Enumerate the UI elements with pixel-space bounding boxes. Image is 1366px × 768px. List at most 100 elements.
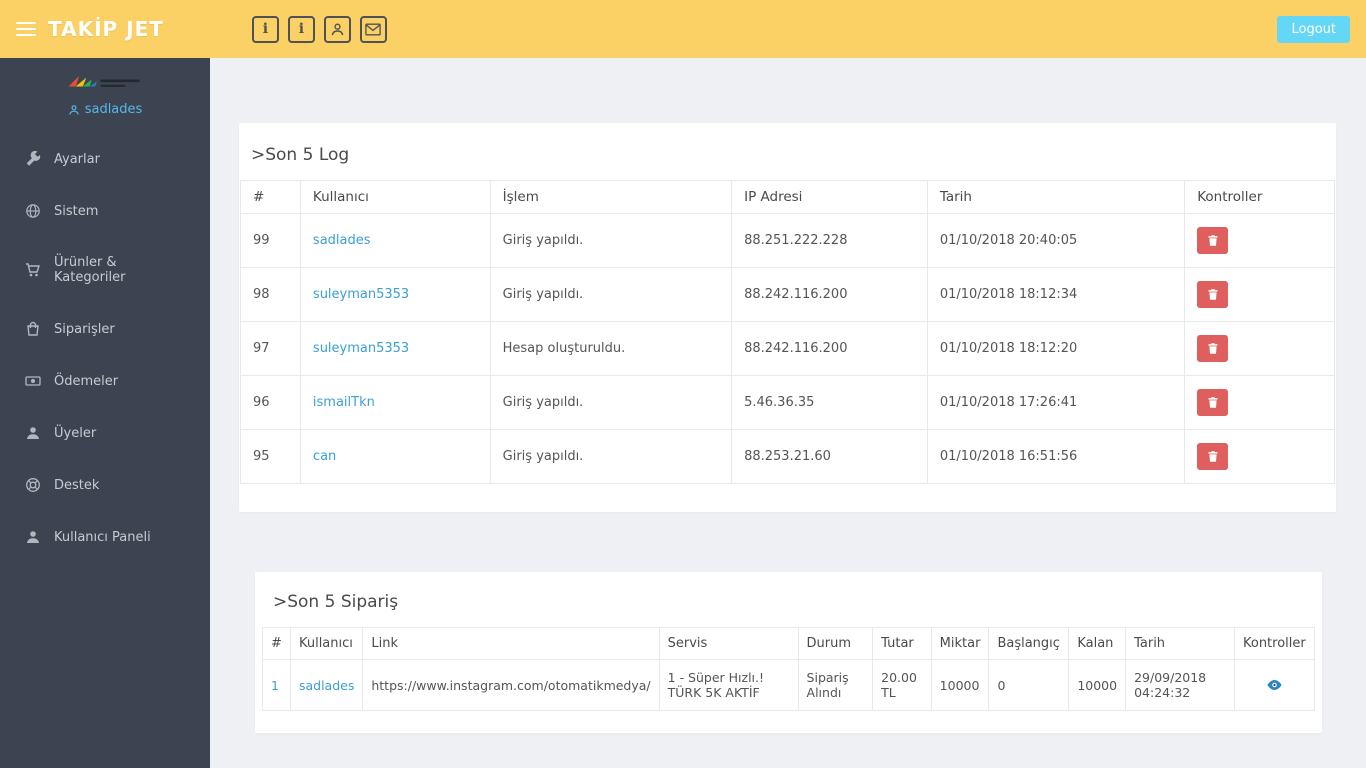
cell-action: Giriş yapıldı.: [489, 375, 733, 430]
order-card-title: >Son 5 Sipariş: [273, 592, 399, 612]
order-table: # Kullanıcı Link Servis Durum Tutar Mikt…: [262, 627, 1316, 711]
trash-icon: [1208, 235, 1218, 246]
sidebar: sadlades Ayarlar Sistem Ürünler & Katego…: [0, 58, 210, 768]
column-header: Kontroller: [1233, 627, 1316, 660]
trash-icon: [1208, 451, 1218, 462]
sidebar-username-link[interactable]: sadlades: [0, 96, 210, 127]
cell-status: Sipariş Alındı: [797, 659, 874, 711]
sidebar-item-label: Sistem: [54, 203, 99, 219]
cell-link-url: https://www.instagram.com/otomatikmedya/: [362, 659, 660, 711]
brand-logo: [0, 58, 210, 96]
sidebar-username: sadlades: [84, 102, 143, 117]
sidebar-item-siparisler[interactable]: Siparişler: [0, 303, 210, 355]
column-header: Kontroller: [1184, 180, 1335, 214]
top-bar: TAKİP JET i i Logout: [0, 0, 1366, 58]
column-header: Link: [362, 627, 660, 660]
column-header: #: [240, 180, 301, 214]
sidebar-item-odemeler[interactable]: Ödemeler: [0, 355, 210, 407]
log-table: # Kullanıcı İşlem IP Adresi Tarih Kontro…: [240, 180, 1335, 484]
sidebar-item-destek[interactable]: Destek: [0, 459, 210, 511]
user-link[interactable]: suleyman5353: [313, 287, 409, 302]
column-header: Durum: [797, 627, 874, 660]
column-header: IP Adresi: [731, 180, 928, 214]
cell-action: Giriş yapıldı.: [489, 429, 733, 484]
app-title: TAKİP JET: [48, 17, 164, 41]
cell-date: 01/10/2018 20:40:05: [926, 213, 1186, 268]
table-row: 96 ismailTkn Giriş yapıldı. 5.46.36.35 0…: [240, 375, 1335, 430]
cell-service: 1 - Süper Hızlı.! TÜRK 5K AKTİF: [658, 659, 799, 711]
user-link[interactable]: ismailTkn: [313, 395, 375, 410]
column-header: Servis: [658, 627, 799, 660]
column-header: #: [262, 627, 291, 660]
user-link[interactable]: can: [313, 449, 336, 464]
cell-action: Giriş yapıldı.: [489, 213, 733, 268]
table-row: 99 sadlades Giriş yapıldı. 88.251.222.22…: [240, 213, 1335, 268]
eye-icon: [1267, 680, 1282, 690]
mail-icon[interactable]: [359, 15, 387, 43]
sidebar-item-uyeler[interactable]: Üyeler: [0, 407, 210, 459]
user-link[interactable]: sadlades: [299, 678, 354, 693]
table-row: 1 sadlades https://www.instagram.com/oto…: [262, 659, 1316, 711]
info-icon[interactable]: i: [287, 15, 315, 43]
globe-icon: [25, 203, 41, 219]
delete-log-button[interactable]: [1197, 389, 1229, 416]
cell-date: 01/10/2018 18:12:20: [926, 321, 1186, 376]
delete-log-button[interactable]: [1197, 335, 1229, 362]
order-id-link[interactable]: 1: [271, 678, 279, 693]
column-header: İşlem: [489, 180, 733, 214]
delete-log-button[interactable]: [1197, 227, 1229, 254]
delete-log-button[interactable]: [1197, 443, 1229, 470]
user-link[interactable]: suleyman5353: [313, 341, 409, 356]
column-header: Tarih: [926, 180, 1186, 214]
sidebar-item-sistem[interactable]: Sistem: [0, 185, 210, 237]
table-row: 97 suleyman5353 Hesap oluşturuldu. 88.24…: [240, 321, 1335, 376]
sidebar-item-label: Ayarlar: [54, 151, 100, 167]
cell-date: 01/10/2018 16:51:56: [926, 429, 1186, 484]
sidebar-item-label: Üyeler: [54, 425, 97, 441]
cell-ip: 88.242.116.200: [731, 267, 928, 322]
column-header: Kullanıcı: [289, 627, 364, 660]
cell-id: 95: [240, 429, 301, 484]
sidebar-item-kullanici-paneli[interactable]: Kullanıcı Paneli: [0, 511, 210, 563]
order-card: >Son 5 Sipariş # Kullanıcı Link Servis D…: [255, 572, 1322, 733]
order-table-header-row: # Kullanıcı Link Servis Durum Tutar Mikt…: [262, 627, 1316, 660]
cell-quantity: 10000: [930, 659, 990, 711]
sidebar-item-ayarlar[interactable]: Ayarlar: [0, 133, 210, 185]
users-icon: [25, 425, 41, 441]
support-icon: [25, 477, 41, 493]
wrench-icon: [25, 151, 41, 167]
column-header: Kullanıcı: [299, 180, 491, 214]
bag-icon: [25, 321, 41, 337]
column-header: Kalan: [1068, 627, 1127, 660]
cell-remaining: 10000: [1068, 659, 1127, 711]
column-header: Miktar: [930, 627, 990, 660]
info-icon[interactable]: i: [251, 15, 279, 43]
cell-action: Giriş yapıldı.: [489, 267, 733, 322]
cell-ip: 5.46.36.35: [731, 375, 928, 430]
trash-icon: [1208, 343, 1218, 354]
cell-action: Hesap oluşturuldu.: [489, 321, 733, 376]
banknote-icon: [25, 373, 41, 389]
log-card: >Son 5 Log # Kullanıcı İşlem IP Adresi T…: [239, 123, 1336, 512]
logout-button[interactable]: Logout: [1277, 16, 1350, 43]
cell-ip: 88.253.21.60: [731, 429, 928, 484]
cell-date: 01/10/2018 18:12:34: [926, 267, 1186, 322]
cell-start: 0: [988, 659, 1070, 711]
view-order-button[interactable]: [1266, 679, 1283, 691]
main-content: >Son 5 Log # Kullanıcı İşlem IP Adresi T…: [210, 0, 1366, 733]
sidebar-item-label: Siparişler: [54, 321, 115, 337]
sidebar-item-urunler-kategoriler[interactable]: Ürünler & Kategoriler: [0, 237, 210, 303]
cart-icon: [25, 262, 41, 278]
user-icon: [68, 104, 79, 115]
cell-price: 20.00 TL: [872, 659, 932, 711]
delete-log-button[interactable]: [1197, 281, 1229, 308]
user-icon[interactable]: [323, 15, 351, 43]
user-icon: [25, 529, 41, 545]
cell-id: 99: [240, 213, 301, 268]
log-card-title: >Son 5 Log: [251, 145, 350, 165]
user-link[interactable]: sadlades: [313, 233, 371, 248]
trash-icon: [1208, 397, 1218, 408]
cell-id: 97: [240, 321, 301, 376]
menu-toggle-icon[interactable]: [16, 22, 36, 36]
sidebar-nav: Ayarlar Sistem Ürünler & Kategoriler Sip…: [0, 133, 210, 563]
